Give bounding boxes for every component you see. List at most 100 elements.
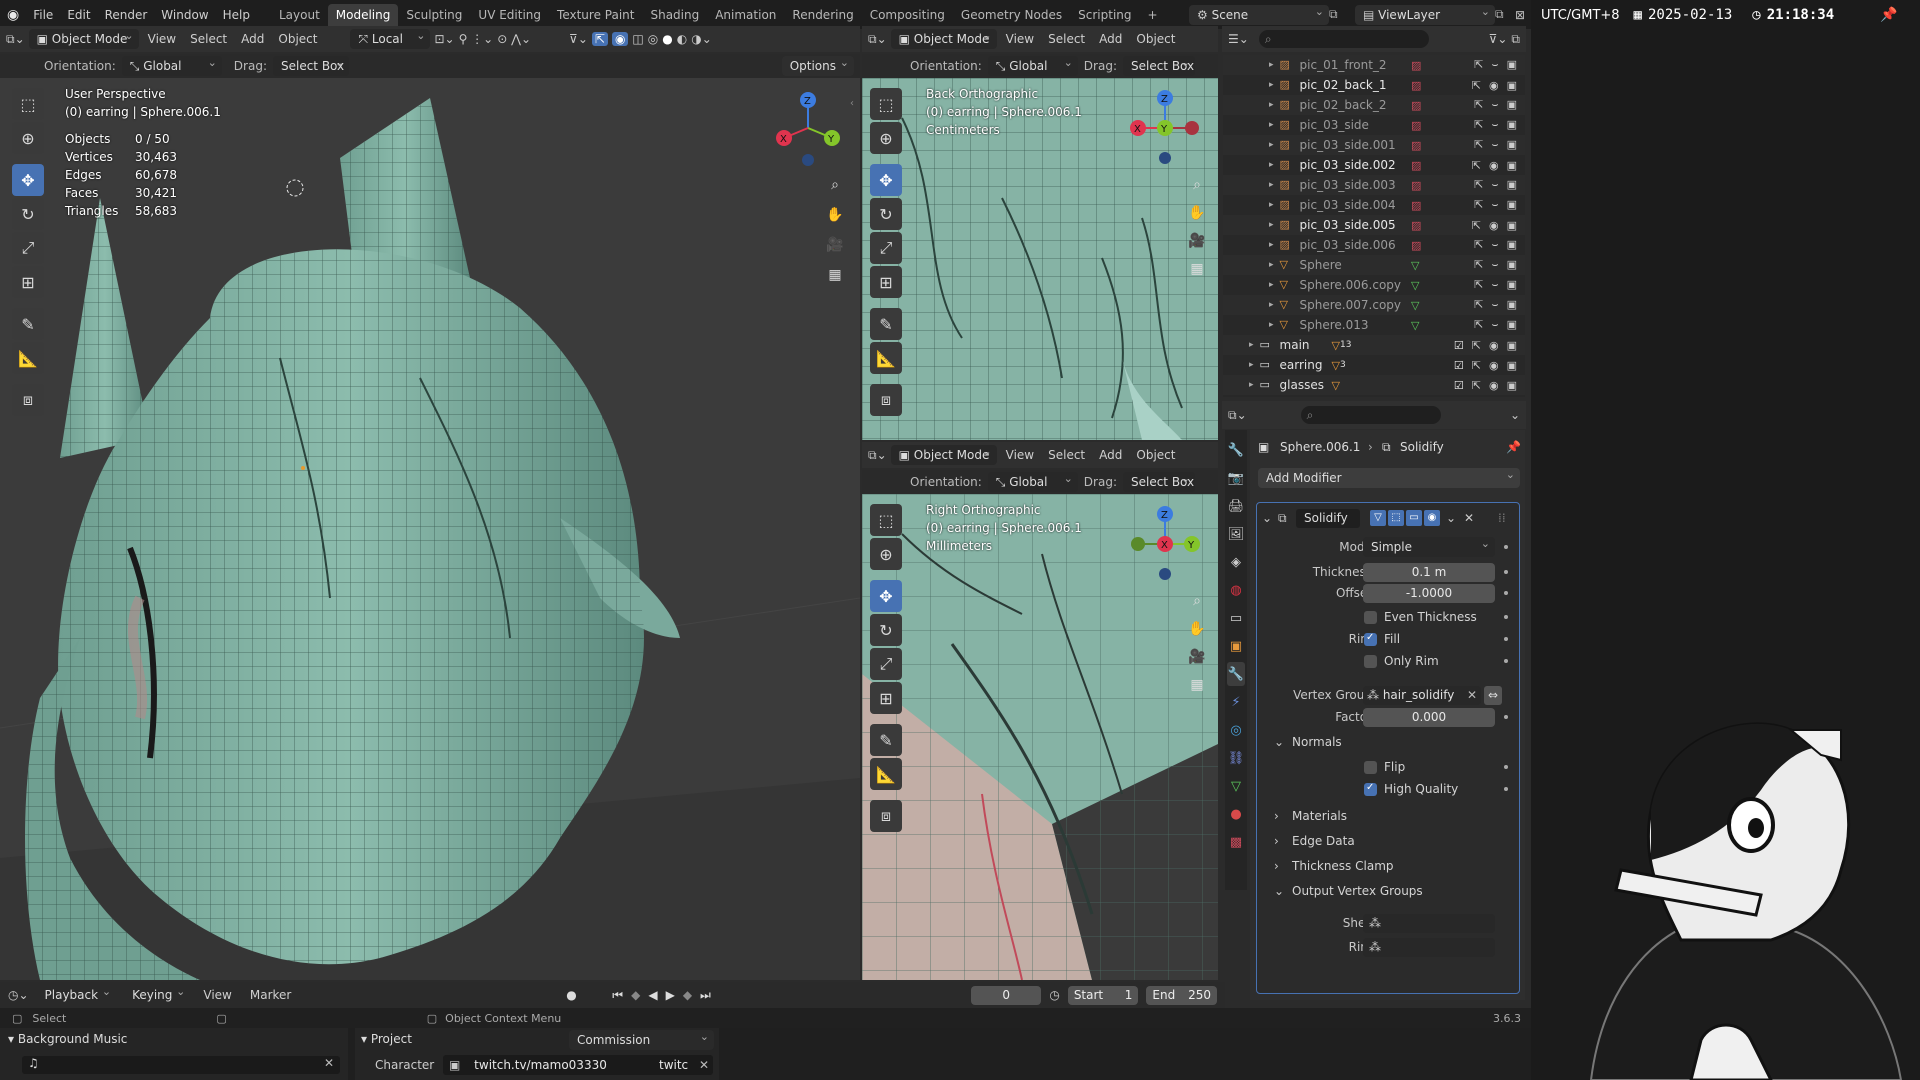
annotate-icon[interactable]: ✎ <box>870 724 902 756</box>
world-tab-icon[interactable]: ◍ <box>1227 578 1245 602</box>
select-box-icon[interactable]: ⬚ <box>870 88 902 120</box>
thickness-field[interactable]: 0.1 m <box>1363 562 1495 582</box>
keyframe-dot-icon[interactable] <box>1504 715 1508 719</box>
remove-view-layer-icon[interactable]: ⊠ <box>1515 8 1531 22</box>
viewport-menu-view[interactable]: View <box>1001 448 1039 462</box>
shell-vertex-group-field[interactable]: ⁂ <box>1363 913 1495 933</box>
tab-sculpting[interactable]: Sculpting <box>398 4 470 26</box>
clear-vertex-group-icon[interactable]: ✕ <box>1467 686 1477 705</box>
main-viewport[interactable]: User Perspective (0) earring | Sphere.00… <box>0 78 860 980</box>
selectable-icon[interactable]: ⇱ <box>1472 359 1481 372</box>
eye-icon[interactable]: ⌣ <box>1491 198 1498 212</box>
cage-toggle-icon[interactable]: ⬚ <box>1388 510 1404 526</box>
end-frame-field[interactable]: End 250 <box>1146 985 1217 1005</box>
expand-arrow-icon[interactable]: ▸ <box>1269 140 1274 150</box>
character-link-field[interactable]: ▣ twitch.tv/mamo03330 twitc ✕ <box>443 1055 713 1075</box>
add-workspace-button[interactable]: + <box>1140 4 1166 26</box>
render-camera-icon[interactable]: ▣ <box>1507 258 1517 272</box>
texture-tab-icon[interactable]: ▩ <box>1227 830 1245 854</box>
only-rim-checkbox[interactable] <box>1364 654 1377 668</box>
outliner-row[interactable]: ▸ ▨ pic_03_side.006 ▨ ⇱ ⌣ ▣ <box>1223 235 1525 255</box>
render-camera-icon[interactable]: ▣ <box>1507 138 1517 152</box>
outliner-row[interactable]: ▸ ▨ pic_03_side.002 ▨ ⇱ ◉ ▣ <box>1223 155 1525 175</box>
selectable-icon[interactable]: ⇱ <box>1474 98 1483 112</box>
transform-icon[interactable]: ⊞ <box>12 266 44 298</box>
menu-help[interactable]: Help <box>216 4 257 26</box>
outliner-row[interactable]: ▸ ▨ pic_02_back_2 ▨ ⇱ ⌣ ▣ <box>1223 95 1525 115</box>
viewport-menu-object[interactable]: Object <box>1131 32 1180 46</box>
flip-checkbox[interactable] <box>1364 760 1377 774</box>
collection-tab-icon[interactable]: ▭ <box>1227 606 1245 630</box>
eye-icon[interactable]: ⌣ <box>1491 278 1498 292</box>
keyframe-dot-icon[interactable] <box>1504 545 1508 549</box>
editor-type-icon[interactable]: ⧉⌄ <box>6 32 25 47</box>
tab-scripting[interactable]: Scripting <box>1070 4 1139 26</box>
constraints-tab-icon[interactable]: ⛓ <box>1227 746 1245 770</box>
outliner-row[interactable]: ▸ ▽ Sphere.007.copy ▽ ⇱ ⌣ ▣ <box>1223 295 1525 315</box>
vertex-group-field[interactable]: ⁂ hair_solidify ✕ <box>1363 685 1481 705</box>
tab-rendering[interactable]: Rendering <box>784 4 861 26</box>
render-camera-icon[interactable]: ▣ <box>1507 298 1517 312</box>
render-camera-icon[interactable]: ▣ <box>1507 219 1517 232</box>
jump-end-icon[interactable]: ⏭ <box>700 988 711 1003</box>
selectable-icon[interactable]: ⇱ <box>1474 278 1483 292</box>
viewport-menu-view[interactable]: View <box>143 32 181 46</box>
expand-arrow-icon[interactable]: ▸ <box>1269 120 1274 130</box>
new-scene-icon[interactable]: ⧉ <box>1329 7 1349 22</box>
eye-icon[interactable]: ⌣ <box>1491 318 1498 332</box>
outliner-row[interactable]: ▸ ▽ Sphere ▽ ⇱ ⌣ ▣ <box>1223 255 1525 275</box>
viewport-toggle-icon[interactable]: ▭ <box>1406 510 1422 526</box>
transform-icon[interactable]: ⊞ <box>870 682 902 714</box>
options-dropdown[interactable]: Options <box>781 54 854 76</box>
music-input[interactable]: ♫ ✕ <box>22 1056 340 1074</box>
scale-icon[interactable]: ⤢ <box>870 232 902 264</box>
modifier-name-field[interactable]: Solidify <box>1296 508 1360 528</box>
sidebar-toggle-icon[interactable]: ‹ <box>850 98 854 109</box>
selectable-icon[interactable]: ⇱ <box>1472 219 1481 232</box>
menu-file[interactable]: File <box>26 4 60 26</box>
selectable-icon[interactable]: ⇱ <box>1472 379 1481 392</box>
viewport-menu-select[interactable]: Select <box>185 32 232 46</box>
expand-arrow-icon[interactable]: ▸ <box>1249 340 1254 350</box>
blender-logo-icon[interactable]: ◉ <box>0 4 26 26</box>
keyframe-dot-icon[interactable] <box>1504 615 1508 619</box>
output-tab-icon[interactable]: 🖨 <box>1227 494 1245 518</box>
select-box-icon[interactable]: ⬚ <box>12 88 44 120</box>
viewport-menu-object[interactable]: Object <box>273 32 322 46</box>
record-icon[interactable]: ● <box>566 988 576 1002</box>
modifier-tab-icon[interactable]: 🔧 <box>1227 662 1245 686</box>
material-tab-icon[interactable]: ● <box>1227 802 1245 826</box>
select-box-icon[interactable]: ⬚ <box>870 504 902 536</box>
outliner-row[interactable]: ▸ ▨ pic_03_side.001 ▨ ⇱ ⌣ ▣ <box>1223 135 1525 155</box>
tab-modeling[interactable]: Modeling <box>327 3 399 26</box>
play-reverse-icon[interactable]: ◀ <box>648 988 657 1002</box>
rotate-icon[interactable]: ↻ <box>870 614 902 646</box>
editor-type-icon[interactable]: ⧉⌄ <box>868 32 887 47</box>
editor-type-icon[interactable]: ⧉⌄ <box>1228 408 1247 423</box>
outliner-collection-row[interactable]: ▸ ▭ main ▽ 13 ☑ ⇱ ◉ ▣ <box>1223 335 1525 355</box>
menu-edit[interactable]: Edit <box>60 4 97 26</box>
expand-arrow-icon[interactable]: ▸ <box>1269 240 1274 250</box>
scene-tab-icon[interactable]: ◈ <box>1227 550 1245 574</box>
render-camera-icon[interactable]: ▣ <box>1507 178 1517 192</box>
data-tab-icon[interactable]: ▽ <box>1227 774 1245 798</box>
expand-arrow-icon[interactable]: ▸ <box>1269 220 1274 230</box>
render-camera-icon[interactable]: ▣ <box>1507 238 1517 252</box>
selectable-icon[interactable]: ⇱ <box>1474 258 1483 272</box>
expand-arrow-icon[interactable]: ▸ <box>1269 200 1274 210</box>
eye-icon[interactable]: ⌣ <box>1491 98 1498 112</box>
expand-arrow-icon[interactable]: ▸ <box>1269 300 1274 310</box>
expand-arrow-icon[interactable]: ▸ <box>1269 180 1274 190</box>
eye-icon[interactable]: ⌣ <box>1491 118 1498 132</box>
menu-render[interactable]: Render <box>98 4 155 26</box>
keyframe-dot-icon[interactable] <box>1504 570 1508 574</box>
timeline-view-menu[interactable]: View <box>198 988 236 1002</box>
menu-window[interactable]: Window <box>154 4 215 26</box>
high-quality-checkbox[interactable] <box>1364 782 1377 796</box>
fill-checkbox[interactable] <box>1364 632 1377 646</box>
jump-start-icon[interactable]: ⏮ <box>612 988 623 1003</box>
outliner-row[interactable]: ▸ ▨ pic_03_side.005 ▨ ⇱ ◉ ▣ <box>1223 215 1525 235</box>
tool-tab-icon[interactable]: 🔧 <box>1227 438 1245 462</box>
measure-icon[interactable]: 📐 <box>12 342 44 374</box>
shading-solid-icon[interactable]: ● <box>662 32 672 46</box>
